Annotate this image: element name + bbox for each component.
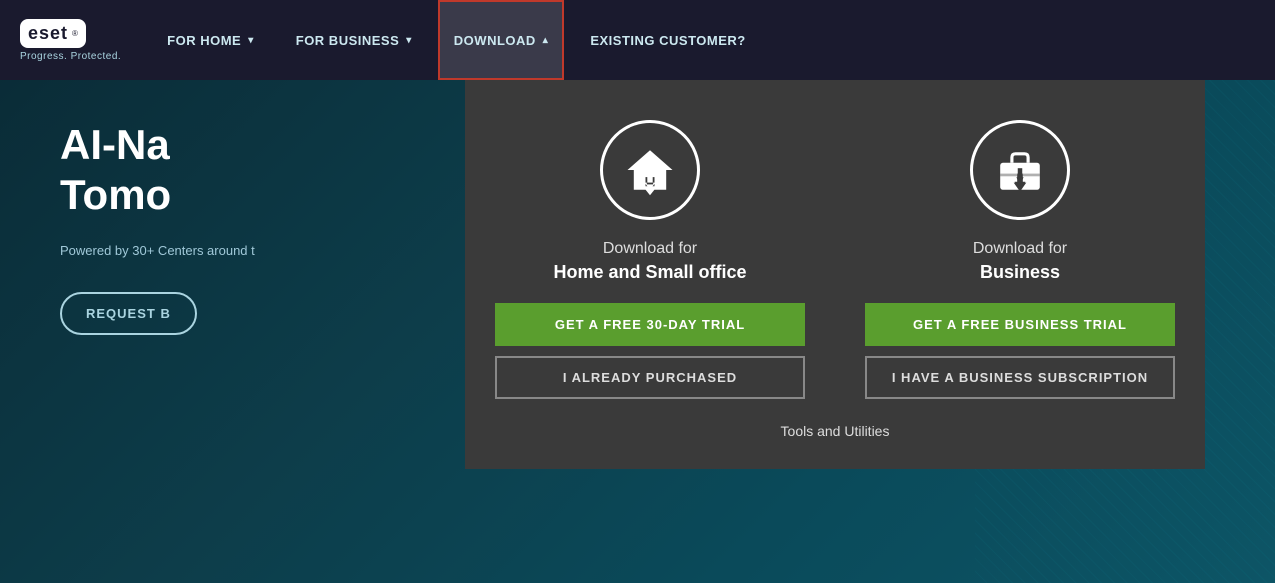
- nav-for-business-arrow: ▾: [406, 35, 412, 46]
- nav-download-label: DOWNLOAD: [454, 33, 536, 48]
- business-subscription-button[interactable]: I HAVE A BUSINESS SUBSCRIPTION: [865, 356, 1175, 399]
- navbar: eset ® Progress. Protected. FOR HOME ▾ F…: [0, 0, 1275, 80]
- home-icon-circle: [600, 120, 700, 220]
- home-download-column: Download for Home and Small office GET A…: [495, 120, 805, 399]
- hero-title-line2: Tomo: [60, 170, 255, 220]
- download-dropdown: Download for Home and Small office GET A…: [465, 80, 1205, 469]
- business-icon: [993, 143, 1047, 197]
- nav-existing-customer-label: EXISTING CUSTOMER?: [590, 33, 745, 48]
- hero-title-line1: AI-Na: [60, 120, 255, 170]
- logo-tagline: Progress. Protected.: [20, 51, 121, 62]
- nav-for-business-label: FOR BUSINESS: [296, 33, 400, 48]
- nav-for-business[interactable]: FOR BUSINESS ▾: [280, 0, 428, 80]
- logo-trademark: ®: [72, 29, 78, 38]
- hero-subtitle: Powered by 30+ Centers around t: [60, 241, 255, 262]
- logo-box: eset ®: [20, 19, 86, 48]
- already-purchased-button[interactable]: I ALREADY PURCHASED: [495, 356, 805, 399]
- dropdown-columns: Download for Home and Small office GET A…: [495, 120, 1175, 399]
- home-col-subtitle: Home and Small office: [553, 262, 746, 283]
- logo-area[interactable]: eset ® Progress. Protected.: [20, 19, 121, 62]
- get-free-business-trial-button[interactable]: GET A FREE BUSINESS TRIAL: [865, 303, 1175, 346]
- home-col-title: Download for: [603, 240, 697, 258]
- nav-existing-customer[interactable]: EXISTING CUSTOMER?: [574, 0, 761, 80]
- home-icon: [623, 143, 677, 197]
- business-col-subtitle: Business: [980, 262, 1060, 283]
- nav-for-home-arrow: ▾: [248, 35, 254, 46]
- tools-utilities-link[interactable]: Tools and Utilities: [781, 423, 890, 439]
- logo-text: eset: [28, 23, 68, 44]
- hero-area: AI-Na Tomo Powered by 30+ Centers around…: [0, 80, 1275, 583]
- hero-text: AI-Na Tomo Powered by 30+ Centers around…: [60, 120, 255, 335]
- nav-download[interactable]: DOWNLOAD ▴: [438, 0, 565, 80]
- business-download-column: Download for Business GET A FREE BUSINES…: [865, 120, 1175, 399]
- get-free-trial-button[interactable]: GET A FREE 30-DAY TRIAL: [495, 303, 805, 346]
- nav-download-arrow: ▴: [543, 35, 549, 46]
- nav-for-home[interactable]: FOR HOME ▾: [151, 0, 270, 80]
- business-icon-circle: [970, 120, 1070, 220]
- nav-for-home-label: FOR HOME: [167, 33, 241, 48]
- business-col-title: Download for: [973, 240, 1067, 258]
- hero-title: AI-Na Tomo: [60, 120, 255, 221]
- request-button[interactable]: REQUEST B: [60, 292, 197, 335]
